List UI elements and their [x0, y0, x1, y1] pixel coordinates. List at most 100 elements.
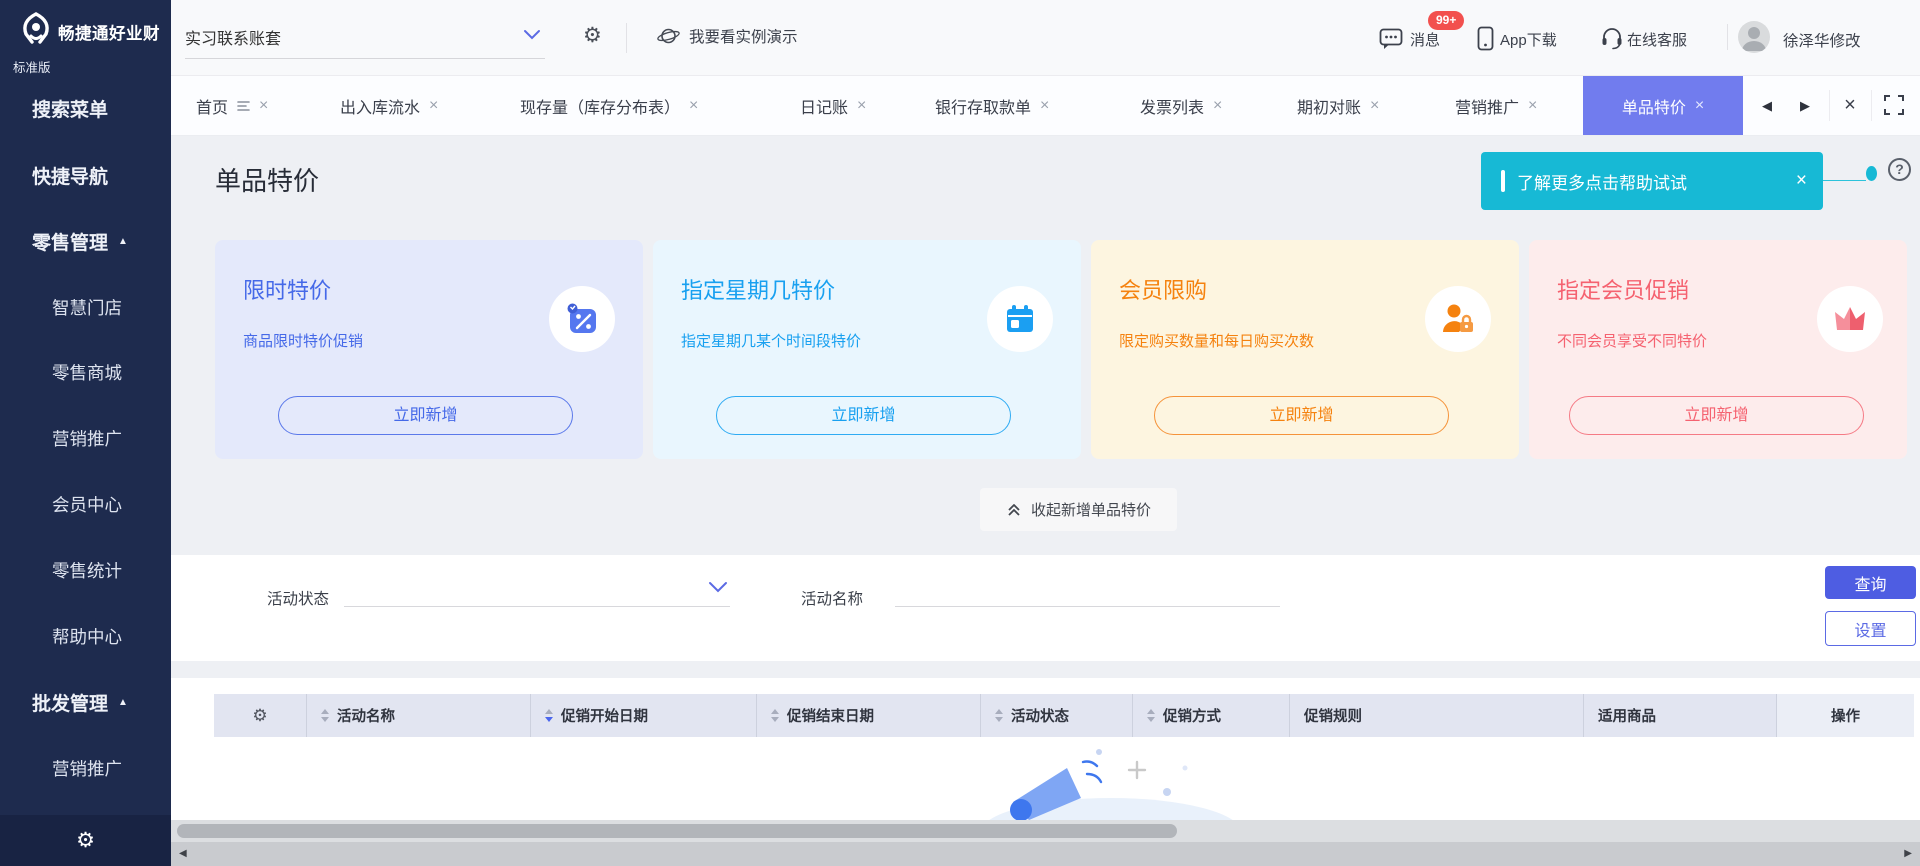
card-icon-circle: [987, 286, 1053, 352]
tab-close-icon[interactable]: ×: [1213, 97, 1222, 115]
message-bubble-icon[interactable]: [1379, 28, 1403, 50]
tab-initial-reconciliation[interactable]: 期初对账 ×: [1297, 76, 1379, 135]
sidebar-item-label: 零售商城: [52, 362, 122, 383]
sort-arrows-icon[interactable]: [1147, 709, 1155, 722]
sidebar-item-search-menu[interactable]: 搜索菜单: [0, 95, 171, 121]
header-gear-icon[interactable]: ⚙: [583, 23, 602, 48]
tab-close-icon[interactable]: ×: [1370, 97, 1379, 115]
tab-close-icon[interactable]: ×: [857, 97, 866, 115]
column-promo-method[interactable]: 促销方式: [1133, 694, 1290, 737]
sidebar-item-retail-mall[interactable]: 零售商城: [0, 359, 171, 385]
user-avatar[interactable]: [1738, 21, 1770, 53]
horizontal-scrollbar-thumb[interactable]: [177, 824, 1177, 838]
results-table: ⚙ 活动名称 促销开始日期 促销结束日期 活动状态 促销方式 促销规则 适用商品…: [171, 678, 1920, 820]
bottom-scroll-strip[interactable]: ◀ ▶: [171, 842, 1920, 866]
column-promo-end-date[interactable]: 促销结束日期: [757, 694, 981, 737]
demo-link[interactable]: 我要看实例演示: [657, 25, 798, 47]
close-all-tabs-icon[interactable]: ×: [1837, 76, 1863, 135]
sidebar-item-retail-stats[interactable]: 零售统计: [0, 557, 171, 583]
column-activity-name[interactable]: 活动名称: [307, 694, 531, 737]
add-now-button[interactable]: 立即新增: [716, 396, 1011, 435]
tab-close-icon[interactable]: ×: [429, 97, 438, 115]
sidebar-item-marketing[interactable]: 营销推广: [0, 425, 171, 451]
card-time-limited-special: 限时特价 商品限时特价促销 立即新增: [215, 240, 643, 459]
horizontal-scrollbar[interactable]: [171, 820, 1920, 842]
tabbar-separator: [1871, 90, 1872, 121]
collapse-new-special-toggle[interactable]: 收起新增单品特价: [980, 488, 1177, 531]
table-gear-icon[interactable]: ⚙: [252, 706, 267, 726]
tab-label: 银行存取款单: [935, 99, 1032, 117]
tab-stock-distribution[interactable]: 现存量（库存分布表） ×: [520, 76, 698, 135]
add-now-button[interactable]: 立即新增: [1154, 396, 1449, 435]
card-icon-circle: [1425, 286, 1491, 352]
column-actions[interactable]: 操作: [1777, 694, 1914, 737]
tab-close-icon[interactable]: ×: [689, 97, 698, 115]
help-question-icon[interactable]: ?: [1888, 158, 1911, 181]
sort-arrows-icon[interactable]: [771, 709, 779, 722]
column-label: 活动名称: [337, 709, 395, 725]
tab-journal[interactable]: 日记账 ×: [800, 76, 866, 135]
card-icon-circle: [549, 286, 615, 352]
card-desc: 商品限时特价促销: [243, 333, 364, 350]
sidebar-item-label: 帮助中心: [52, 626, 122, 647]
sidebar-item-label: 智慧门店: [52, 297, 122, 318]
add-now-button[interactable]: 立即新增: [278, 396, 573, 435]
tab-inout-flow[interactable]: 出入库流水 ×: [340, 76, 438, 135]
tab-bar: 首页 × 出入库流水 × 现存量（库存分布表） × 日记账 × 银行存取款单 ×…: [171, 76, 1920, 136]
query-button[interactable]: 查询: [1825, 566, 1916, 599]
card-desc: 不同会员享受不同特价: [1557, 333, 1708, 350]
online-service-label[interactable]: 在线客服: [1627, 29, 1687, 50]
sidebar-gear-icon[interactable]: ⚙: [76, 828, 95, 853]
add-now-button[interactable]: 立即新增: [1569, 396, 1864, 435]
sidebar-footer: ⚙: [0, 815, 171, 866]
sidebar-item-help-center[interactable]: 帮助中心: [0, 623, 171, 649]
account-set-select[interactable]: 实习联系账套: [185, 25, 281, 49]
chevron-down-icon[interactable]: [523, 29, 541, 41]
sort-arrows-icon[interactable]: [995, 709, 1003, 722]
banner-accent-bar: [1501, 170, 1505, 192]
tabs-scroll-right-icon[interactable]: ▶: [1792, 76, 1818, 135]
tab-label: 出入库流水: [340, 99, 421, 117]
scroll-right-arrow-icon[interactable]: ▶: [1904, 842, 1912, 866]
tab-close-icon[interactable]: ×: [1528, 97, 1537, 115]
user-name[interactable]: 徐泽华修改: [1783, 29, 1861, 51]
tabs-scroll-left-icon[interactable]: ◀: [1754, 76, 1780, 135]
card-title: 指定星期几特价: [681, 278, 836, 303]
tab-single-item-special[interactable]: 单品特价 ×: [1583, 76, 1743, 135]
header-divider: [1727, 24, 1728, 50]
page-title: 单品特价: [215, 166, 320, 196]
tab-bank-deposit[interactable]: 银行存取款单 ×: [935, 76, 1049, 135]
scroll-left-arrow-icon[interactable]: ◀: [179, 842, 187, 866]
banner-close-icon[interactable]: ×: [1796, 170, 1807, 192]
app-download-label[interactable]: App下载: [1500, 29, 1557, 50]
column-settings-cell[interactable]: ⚙: [214, 694, 307, 737]
headset-icon[interactable]: [1600, 26, 1624, 50]
status-select[interactable]: [344, 573, 730, 607]
card-title: 指定会员促销: [1557, 278, 1690, 303]
messages-label[interactable]: 消息: [1410, 29, 1440, 50]
tab-invoice-list[interactable]: 发票列表 ×: [1140, 76, 1222, 135]
tab-home[interactable]: 首页 ×: [196, 76, 268, 135]
sidebar-nav: 搜索菜单 快捷导航 零售管理 ▲ 智慧门店 零售商城 营销推广 会员中心 零售统…: [0, 76, 171, 866]
sidebar-item-smart-store[interactable]: 智慧门店: [0, 294, 171, 320]
sidebar-item-wholesale-marketing[interactable]: 营销推广: [0, 755, 171, 781]
sort-arrows-icon[interactable]: [545, 709, 553, 722]
tab-close-icon[interactable]: ×: [1695, 97, 1704, 115]
phone-icon[interactable]: [1477, 26, 1494, 51]
activity-name-input[interactable]: [895, 573, 1280, 607]
column-promo-start-date[interactable]: 促销开始日期: [531, 694, 757, 737]
sidebar-group-wholesale[interactable]: 批发管理 ▲: [0, 689, 171, 715]
tab-marketing[interactable]: 营销推广 ×: [1455, 76, 1537, 135]
tab-close-icon[interactable]: ×: [259, 97, 268, 115]
column-applicable-goods[interactable]: 适用商品: [1584, 694, 1777, 737]
sidebar-item-quick-nav[interactable]: 快捷导航: [0, 162, 171, 188]
sidebar-item-member-center[interactable]: 会员中心: [0, 491, 171, 517]
fullscreen-icon[interactable]: [1883, 94, 1905, 116]
sort-arrows-icon[interactable]: [321, 709, 329, 722]
column-promo-rule[interactable]: 促销规则: [1290, 694, 1584, 737]
tab-close-icon[interactable]: ×: [1040, 97, 1049, 115]
settings-button[interactable]: 设置: [1825, 611, 1916, 646]
column-activity-status[interactable]: 活动状态: [981, 694, 1133, 737]
card-member-purchase-limit: 会员限购 限定购买数量和每日购买次数 立即新增: [1091, 240, 1519, 459]
sidebar-group-retail[interactable]: 零售管理 ▲: [0, 228, 171, 254]
